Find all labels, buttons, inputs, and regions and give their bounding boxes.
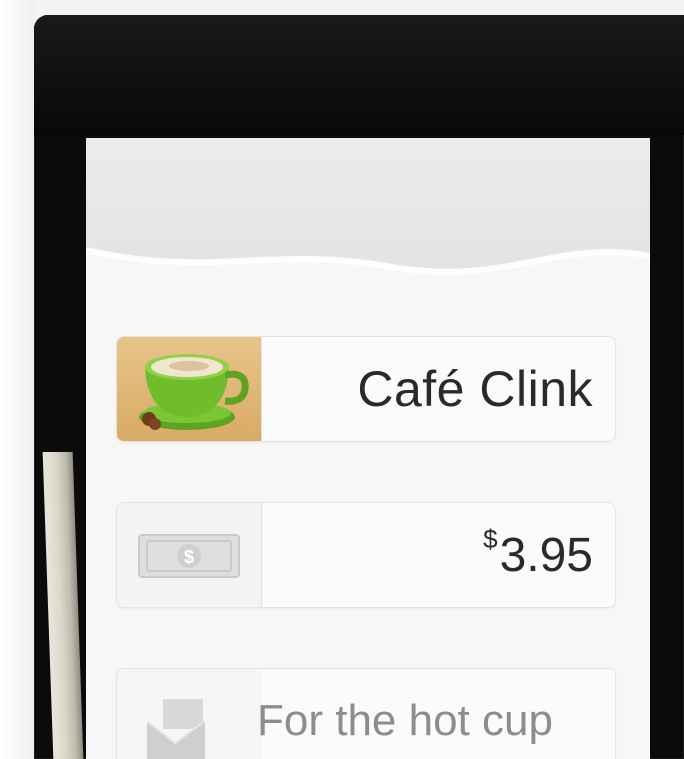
currency-symbol: $ [483,523,498,554]
app-screen: Café Clink $ $ 3.95 For the hot cup [86,138,650,759]
header-banner [86,138,650,298]
coffee-cup-icon [139,354,249,430]
merchant-name: Café Clink [357,361,593,417]
cash-bill-icon: $ [138,534,240,578]
merchant-field[interactable]: Café Clink [116,336,616,442]
phone-top-bezel [34,15,684,135]
amount-field[interactable]: $ $ 3.95 [116,502,616,608]
svg-text:$: $ [184,547,194,567]
note-placeholder: For the hot cup [257,696,553,745]
background-strip [0,0,34,759]
amount-number: 3.95 [499,528,593,582]
note-thumbnail [117,669,261,759]
amount-value: $ 3.95 [483,503,593,607]
merchant-thumbnail [117,337,262,441]
amount-thumbnail: $ [117,503,262,607]
note-field[interactable]: For the hot cup [116,668,616,759]
message-icon [146,699,206,759]
